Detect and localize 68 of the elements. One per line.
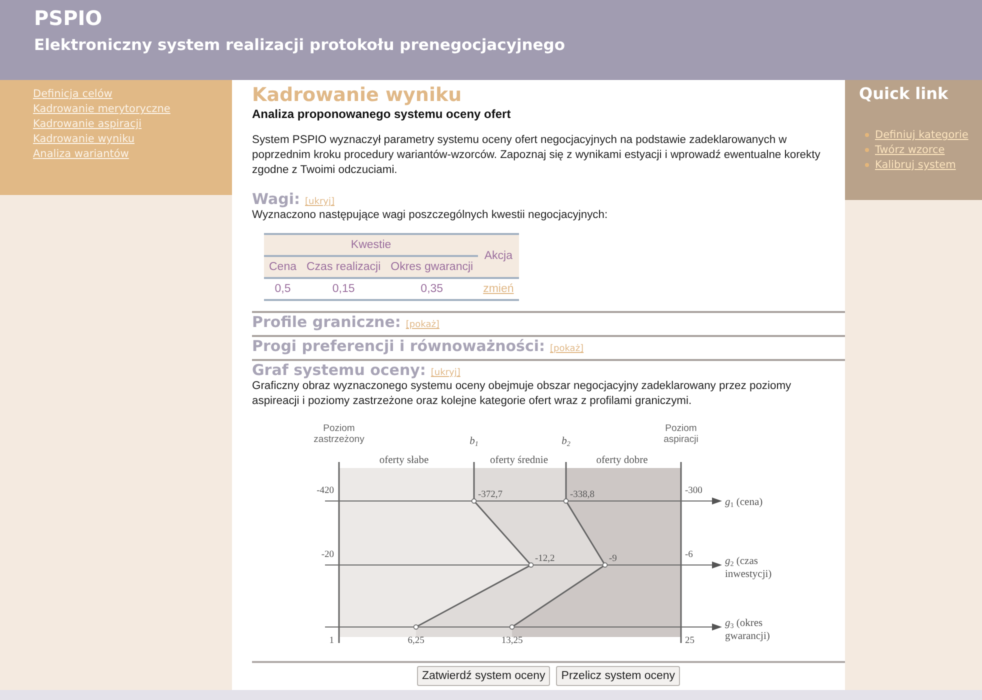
value-label: -6 xyxy=(685,550,693,560)
aspiration-level-label: Poziom xyxy=(665,423,697,434)
point-marker xyxy=(602,562,608,568)
section-title: Graf systemu oceny: xyxy=(252,361,426,379)
app-subtitle: Elektroniczny system realizacji protokołu prenegocjacyjnego xyxy=(34,36,566,54)
section-text: Wyznaczono następujące wagi poszczególnych kwestii negocjacyjnych: xyxy=(252,208,609,223)
toggle-link[interactable]: [ukryj] xyxy=(305,197,334,207)
quick-link[interactable]: Kalibruj system xyxy=(875,159,956,171)
sidebar-link[interactable]: Kadrowanie merytoryczne xyxy=(33,103,170,115)
sidebar-link[interactable]: Kadrowanie aspiracji xyxy=(33,118,142,130)
bullet-icon xyxy=(865,133,869,137)
profile-label: b$_{2}$ xyxy=(562,436,570,448)
value-label: -372,7 xyxy=(478,490,503,500)
section-text: Graficzny obraz wyznaczonego systemu oceny obejmuje obszar negocjacyjny zadeklarowany przez poziomy aspireacji i poziomy zastrzeżone oraz kolejne kategorie ofert wraz z profilami graniczymi. xyxy=(252,379,792,409)
quick-link[interactable]: Twórz wzorce xyxy=(875,144,945,156)
column-header: Okres gwarancji xyxy=(386,256,478,278)
aspiration-level-label: aspiracji xyxy=(664,434,698,445)
sidebar-link[interactable]: Definicja celów xyxy=(33,88,112,100)
table-cell: 0,35 xyxy=(386,278,478,300)
toggle-link[interactable]: [ukryj] xyxy=(430,368,460,378)
value-label: 25 xyxy=(685,636,694,646)
column-header: Kwestie xyxy=(264,234,478,256)
table-cell: 0,5 xyxy=(264,278,302,300)
panel-title: Quick link xyxy=(859,84,948,103)
sidebar-link[interactable]: Kadrowanie wyniku xyxy=(33,133,134,145)
value-label: -12,2 xyxy=(535,554,555,564)
value-label: -9 xyxy=(609,554,617,564)
section-title: Profile graniczne: xyxy=(252,313,401,331)
point-marker xyxy=(471,498,477,504)
bullet-icon xyxy=(865,163,869,167)
change-link[interactable]: zmień xyxy=(483,283,514,295)
bullet-icon xyxy=(865,148,869,152)
category-label: oferty dobre xyxy=(596,455,648,466)
app-title: PSPIO xyxy=(34,6,104,30)
value-label: -420 xyxy=(316,486,334,496)
quick-link[interactable]: Definiuj kategorie xyxy=(875,129,968,141)
column-header: Akcja xyxy=(478,234,519,278)
value-label: 6,25 xyxy=(408,636,424,646)
point-marker xyxy=(528,562,534,568)
point-marker xyxy=(563,498,569,504)
criterion-label: g$_{2}$ (czas inwestycji) xyxy=(725,556,772,580)
page-subtitle: Analiza proponowanego systemu oceny ofert xyxy=(252,107,511,121)
reservation-level-label: Poziom xyxy=(323,423,355,434)
toggle-link[interactable]: [pokaż] xyxy=(406,320,440,330)
table-cell: 0,15 xyxy=(302,278,386,300)
reservation-level-label: zastrzeżony xyxy=(314,434,364,445)
value-label: 13,25 xyxy=(501,636,523,646)
sidebar-link[interactable]: Analiza wariantów xyxy=(33,148,129,160)
point-marker xyxy=(509,624,515,630)
action-button[interactable]: Przelicz system oceny xyxy=(556,666,680,686)
action-button[interactable]: Zatwierdź system oceny xyxy=(416,666,550,686)
criterion-label: g$_{1}$ (cena) xyxy=(725,497,763,509)
value-label: 1 xyxy=(329,636,334,646)
intro-text: System PSPIO wyznaczył parametry systemu oceny ofert negocjacyjnych na podstawie zadeklarowanych w poprzednim kroku procedury wariantów-wzorców. Zapoznaj się z wynikami estyacji i wprowadź ewentualne korekty zgodne z Twoimi odczuciami. xyxy=(252,133,822,178)
category-label: oferty średnie xyxy=(490,455,548,466)
page-title: Kadrowanie wyniku xyxy=(252,84,462,106)
criterion-label: g$_{3}$ (okres gwarancji) xyxy=(725,618,770,642)
column-header: Cena xyxy=(264,256,302,278)
column-header: Czas realizacji xyxy=(302,256,386,278)
section-title: Progi preferencji i równoważności: xyxy=(252,337,546,355)
toggle-link[interactable]: [pokaż] xyxy=(550,344,584,354)
category-label: oferty słabe xyxy=(379,455,429,466)
value-label: -338,8 xyxy=(570,490,595,500)
point-marker xyxy=(413,624,419,630)
value-label: -20 xyxy=(321,550,334,560)
profile-label: b$_{1}$ xyxy=(470,436,478,448)
section-title: Wagi: xyxy=(252,190,300,208)
value-label: -300 xyxy=(685,486,702,496)
